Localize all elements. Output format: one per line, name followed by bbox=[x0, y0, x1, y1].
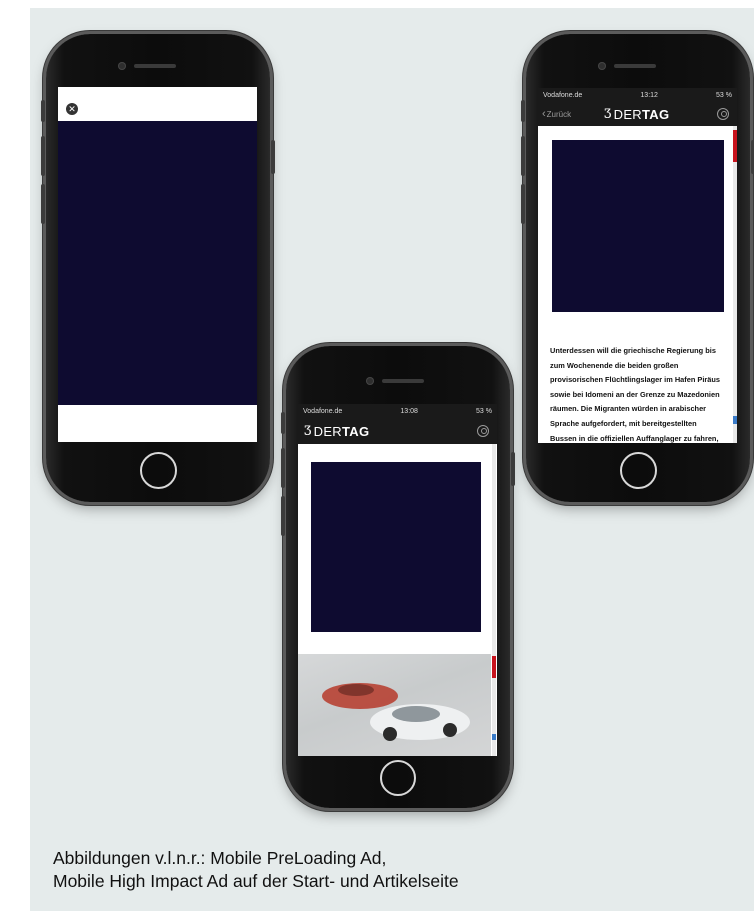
volume-up-button bbox=[281, 448, 285, 488]
volume-down-button bbox=[41, 184, 45, 224]
time-label: 13:12 bbox=[640, 91, 658, 99]
der-tag-logo[interactable]: Ʒ DER TAG bbox=[604, 107, 669, 122]
app-header: ‹ Zurück Ʒ DER TAG bbox=[538, 102, 737, 126]
carrier-label: Vodafone.de bbox=[543, 91, 583, 99]
back-label: Zurück bbox=[546, 109, 572, 119]
earpiece-speaker bbox=[382, 379, 424, 383]
carrier-label: Vodafone.de bbox=[303, 407, 343, 415]
scroll-marker-blue bbox=[492, 734, 496, 740]
article-line: sowie bei Idomeni an der Grenze zu Mazed… bbox=[550, 389, 720, 399]
time-label: 13:08 bbox=[400, 407, 418, 415]
user-circle-icon[interactable] bbox=[717, 108, 729, 120]
front-camera bbox=[118, 62, 126, 70]
scroll-marker-blue bbox=[733, 416, 737, 424]
home-button[interactable] bbox=[620, 452, 657, 489]
chevron-left-icon: ‹ bbox=[542, 108, 546, 120]
high-impact-ad-area[interactable] bbox=[552, 140, 724, 312]
scroll-marker-red bbox=[733, 130, 737, 162]
status-bar: Vodafone.de 13:12 53 % bbox=[538, 88, 737, 102]
home-button[interactable] bbox=[380, 760, 416, 796]
volume-down-button bbox=[281, 496, 285, 536]
battery-label: 53 % bbox=[476, 407, 492, 415]
mute-switch bbox=[521, 100, 525, 122]
high-impact-ad-area[interactable] bbox=[311, 462, 481, 632]
app-header: Ʒ DER TAG bbox=[298, 418, 497, 444]
mute-switch bbox=[41, 100, 45, 122]
phone-article-page: Vodafone.de 13:12 53 % ‹ Zurück Ʒ DER TAG … bbox=[521, 34, 754, 502]
volume-down-button bbox=[521, 184, 525, 224]
battery-label: 53 % bbox=[716, 91, 732, 99]
article-line: zum Wochenende die beiden großen bbox=[550, 360, 679, 370]
earpiece-speaker bbox=[134, 64, 176, 68]
scroll-indicator bbox=[492, 444, 496, 756]
phone-start-page: Vodafone.de 13:08 53 % Ʒ DER TAG bbox=[281, 346, 515, 808]
caption-line-2: Mobile High Impact Ad auf der Start- und… bbox=[53, 871, 459, 891]
back-button[interactable]: ‹ Zurück bbox=[542, 108, 571, 120]
power-button bbox=[511, 452, 515, 486]
teaser-image-cars[interactable] bbox=[298, 654, 491, 756]
phone-preloading-ad: ✕ bbox=[41, 34, 275, 502]
scroll-indicator bbox=[733, 126, 737, 443]
power-button bbox=[271, 140, 275, 174]
mute-switch bbox=[281, 412, 285, 434]
status-bar: Vodafone.de 13:08 53 % bbox=[298, 404, 497, 418]
article-line: Sprache aufgefordert, mit bereitgestellt… bbox=[550, 418, 697, 428]
figure-caption: Abbildungen v.l.n.r.: Mobile PreLoading … bbox=[53, 847, 713, 893]
cars-illustration bbox=[322, 683, 470, 741]
der-tag-logo[interactable]: Ʒ DER TAG bbox=[304, 424, 369, 439]
preloading-ad-area[interactable] bbox=[58, 121, 257, 405]
article-line: Bussen in die offiziellen Auffanglager z… bbox=[550, 433, 719, 443]
phone-screen: Vodafone.de 13:08 53 % Ʒ DER TAG bbox=[298, 404, 497, 756]
phone-screen: ✕ bbox=[58, 87, 257, 442]
volume-up-button bbox=[41, 136, 45, 176]
article-line: räumen. Die Migranten würden in arabisch… bbox=[550, 404, 707, 414]
home-button[interactable] bbox=[140, 452, 177, 489]
earpiece-speaker bbox=[614, 64, 656, 68]
caption-line-1: Abbildungen v.l.n.r.: Mobile PreLoading … bbox=[53, 848, 387, 868]
illustration-panel: ✕ Vodafone.de 13:08 53 % Ʒ DER TAG Vodaf… bbox=[30, 8, 754, 911]
scroll-marker-red bbox=[492, 656, 496, 678]
phone-screen: Vodafone.de 13:12 53 % ‹ Zurück Ʒ DER TAG … bbox=[538, 88, 737, 443]
close-circle-icon[interactable]: ✕ bbox=[66, 103, 78, 115]
volume-up-button bbox=[521, 136, 525, 176]
article-line: Unterdessen will die griechische Regieru… bbox=[550, 346, 716, 355]
article-line: provisorischen Flüchtlingslager im Hafen… bbox=[550, 375, 721, 385]
user-circle-icon[interactable] bbox=[477, 425, 489, 437]
front-camera bbox=[366, 377, 374, 385]
article-body-text: Unterdessen will die griechische Regieru… bbox=[550, 344, 726, 443]
front-camera bbox=[598, 62, 606, 70]
